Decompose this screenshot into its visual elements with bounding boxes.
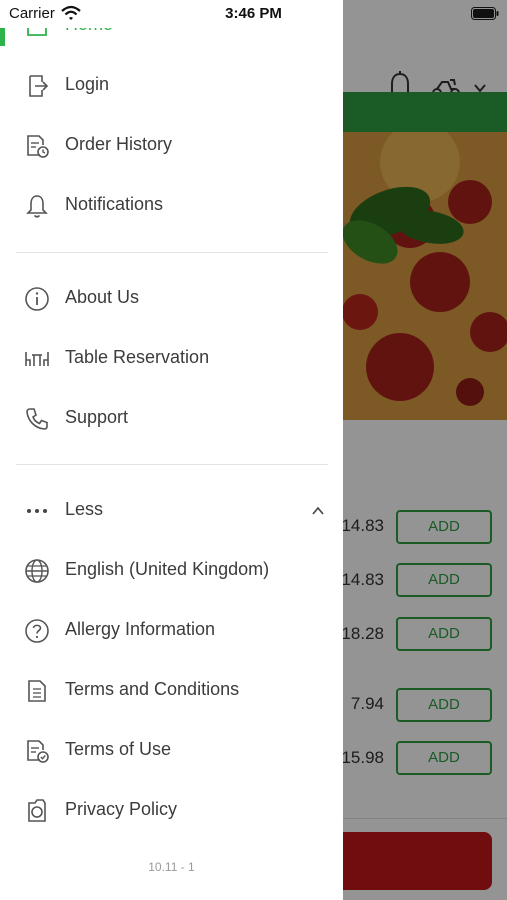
document-icon bbox=[28, 680, 46, 702]
bell-icon bbox=[26, 195, 48, 218]
info-icon bbox=[25, 287, 49, 311]
menu-label-less: Less bbox=[65, 499, 104, 519]
order-history-icon bbox=[27, 135, 49, 158]
menu-item-terms-and-conditions[interactable]: Terms and Conditions bbox=[0, 665, 343, 717]
menu-item-language[interactable]: English (United Kingdom) bbox=[0, 545, 343, 597]
menu-label-notifications: Notifications bbox=[65, 194, 164, 214]
menu-item-login[interactable]: Login bbox=[0, 60, 343, 112]
divider bbox=[16, 252, 328, 253]
divider bbox=[16, 464, 328, 465]
table-icon bbox=[25, 352, 49, 366]
menu-label-terms-of-use: Terms of Use bbox=[65, 739, 172, 759]
menu-label-privacy-policy: Privacy Policy bbox=[65, 799, 178, 819]
privacy-icon bbox=[28, 799, 46, 822]
menu-label-support: Support bbox=[65, 407, 129, 427]
menu-label-language: English (United Kingdom) bbox=[65, 559, 270, 579]
app-version: 10.11 - 1 bbox=[148, 860, 195, 874]
menu-label-login: Login bbox=[65, 74, 110, 94]
document-check-icon bbox=[27, 740, 49, 763]
status-bar: Carrier 3:46 PM bbox=[0, 0, 507, 28]
side-drawer: Home Login Order History Notifications bbox=[0, 0, 343, 900]
menu-item-terms-of-use[interactable]: Terms of Use bbox=[0, 725, 343, 777]
menu-item-support[interactable]: Support bbox=[0, 393, 343, 445]
menu-item-less[interactable]: Less bbox=[0, 485, 343, 537]
status-time: 3:46 PM bbox=[225, 5, 282, 22]
menu-item-allergy-information[interactable]: Allergy Information bbox=[0, 605, 343, 657]
menu-item-notifications[interactable]: Notifications bbox=[0, 180, 343, 232]
menu-item-table-reservation[interactable]: Table Reservation bbox=[0, 333, 343, 385]
menu-label-terms-and-conditions: Terms and Conditions bbox=[65, 679, 240, 699]
menu-label-about-us: About Us bbox=[65, 287, 140, 307]
login-icon bbox=[29, 75, 49, 97]
phone-icon bbox=[26, 408, 48, 430]
menu-label-allergy-information: Allergy Information bbox=[65, 619, 216, 639]
menu-item-about-us[interactable]: About Us bbox=[0, 273, 343, 325]
question-circle-icon bbox=[25, 619, 49, 643]
menu-item-order-history[interactable]: Order History bbox=[0, 120, 343, 172]
menu-label-table-reservation: Table Reservation bbox=[65, 347, 210, 367]
chevron-up-icon bbox=[312, 506, 324, 515]
more-dots-icon bbox=[27, 509, 47, 513]
battery-icon bbox=[471, 7, 499, 20]
menu-item-privacy-policy[interactable]: Privacy Policy bbox=[0, 785, 343, 837]
globe-icon bbox=[25, 559, 49, 583]
menu-label-order-history: Order History bbox=[65, 134, 173, 154]
